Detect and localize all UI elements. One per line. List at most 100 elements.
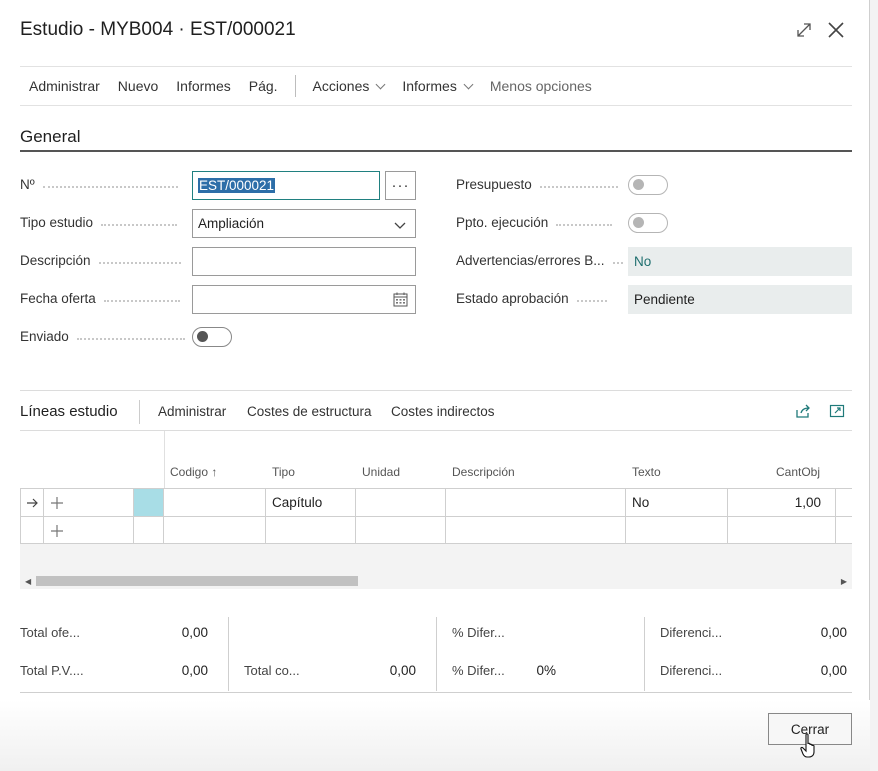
no-field[interactable]: EST/000021 [192,171,380,200]
ppto-ejecucion-toggle[interactable] [628,213,668,233]
total-oferta-label-text: Total ofe... [20,625,80,640]
total-pv-value: 0,00 [181,663,208,678]
row-add-icon[interactable] [44,517,134,544]
lookup-button[interactable]: ··· [385,171,416,200]
table-row[interactable] [20,516,852,544]
menu-acciones[interactable]: Acciones [304,78,394,94]
field-label-fecha: Fecha oferta [20,291,180,306]
action-bar: Administrar Nuevo Informes Pág. Acciones… [20,66,852,106]
table-row[interactable]: Capítulo No 1,00 [20,488,852,516]
calendar-icon[interactable] [393,292,408,310]
less-options-button[interactable]: Menos opciones [481,78,601,94]
cell-descripcion[interactable] [446,489,626,516]
column-header-texto[interactable]: Texto [632,465,661,479]
presupuesto-toggle[interactable] [628,175,668,195]
estado-aprobacion-value: Pendiente [628,285,852,314]
field-label-ppto-text: Ppto. ejecución [456,215,549,230]
cell-texto[interactable] [626,517,728,544]
action-pag[interactable]: Pág. [240,78,287,94]
cell-tipo[interactable] [266,517,356,544]
scroll-right-arrow-icon[interactable]: ▶ [841,577,847,586]
toggle-knob [633,179,644,190]
chevron-down-icon [463,79,474,89]
row-status-cell [134,517,164,544]
diferencia1-label: Diferenci... [660,625,722,640]
cell-cantobj[interactable]: 1,00 [728,489,836,516]
menu-informes-label: Informes [402,78,457,94]
total-pv-label: Total P.V.... [20,663,84,678]
field-label-no-text: Nº [20,177,35,192]
close-icon[interactable] [824,18,848,42]
totals-divider [644,617,645,691]
cell-descripcion[interactable] [446,517,626,544]
row-marker-cell [20,517,44,544]
column-header-codigo[interactable]: Codigo ↑ [170,465,217,479]
toggle-knob [633,217,644,228]
total-coste-label-text: Total co... [244,663,300,678]
tipo-estudio-select[interactable]: Ampliación [192,209,416,238]
label-dots [103,299,180,302]
subpage-top-border [20,390,852,391]
scrollbar-thumb[interactable] [36,576,358,586]
cell-codigo[interactable] [164,489,266,516]
share-icon[interactable] [794,402,812,420]
cell-tipo[interactable]: Capítulo [266,489,356,516]
total-oferta-label: Total ofe... [20,625,80,640]
pct-diferencia1-label: % Difer... [452,625,505,640]
chevron-down-icon [394,218,406,233]
toggle-knob [197,331,208,342]
hand-cursor-icon [800,733,818,759]
row-add-icon[interactable] [44,489,134,516]
row-arrow-icon [20,489,44,516]
expand-diagonal-icon[interactable] [792,18,816,42]
label-dots [539,185,618,188]
menu-acciones-label: Acciones [312,78,370,94]
field-label-presupuesto-text: Presupuesto [456,177,532,192]
scroll-left-arrow-icon[interactable]: ◀ [25,577,31,586]
cell-texto[interactable]: No [626,489,728,516]
column-header-descripcion[interactable]: Descripción [452,465,515,479]
totals-divider [436,617,437,691]
column-header-unidad[interactable]: Unidad [362,465,400,479]
descripcion-field[interactable] [192,247,416,276]
cell-unidad[interactable] [356,517,446,544]
action-administrar[interactable]: Administrar [20,78,109,94]
action-nuevo[interactable]: Nuevo [109,78,167,94]
expand-icon[interactable] [828,402,846,420]
field-label-advertencias: Advertencias/errores B... [456,253,623,268]
action-informes[interactable]: Informes [167,78,239,94]
column-header-tipo[interactable]: Tipo [272,465,295,479]
totals-bottom-border [20,692,852,693]
subpage-title[interactable]: Líneas estudio [20,403,118,420]
label-dots [101,223,178,226]
cell-codigo[interactable] [164,517,266,544]
field-label-presupuesto: Presupuesto [456,177,618,192]
dialog-title: Estudio - MYB004 · EST/000021 [20,19,296,40]
total-oferta-value: 0,00 [181,625,208,640]
no-field-value: EST/000021 [198,178,276,193]
label-dots [556,223,613,226]
subpage-action-border [20,430,852,431]
label-dots [576,299,607,302]
pct-diferencia2-label-text: % Difer... [452,663,505,678]
diferencia1-value: 0,00 [820,625,847,640]
column-header-cantobj[interactable]: CantObj [776,465,820,479]
pct-diferencia2-value: 0% [536,663,556,678]
horizontal-scrollbar[interactable]: ◀ ▶ [20,574,852,589]
advertencias-value[interactable]: No [628,247,852,276]
fecha-oferta-field[interactable] [192,285,416,314]
subpage-action-administrar[interactable]: Administrar [158,404,226,419]
total-coste-value: 0,00 [389,663,416,678]
pct-diferencia2-label: % Difer... [452,663,505,678]
cell-unidad[interactable] [356,489,446,516]
section-title-general[interactable]: General [20,127,80,147]
enviado-toggle[interactable] [192,327,232,347]
field-label-enviado-text: Enviado [20,329,69,344]
label-dots [42,185,178,188]
window-edge [870,0,878,771]
cell-cantobj[interactable] [728,517,836,544]
subpage-action-costes-estructura[interactable]: Costes de estructura [247,404,372,419]
subpage-action-costes-indirectos[interactable]: Costes indirectos [391,404,495,419]
menu-informes[interactable]: Informes [393,78,480,94]
subpage-separator [139,400,140,424]
